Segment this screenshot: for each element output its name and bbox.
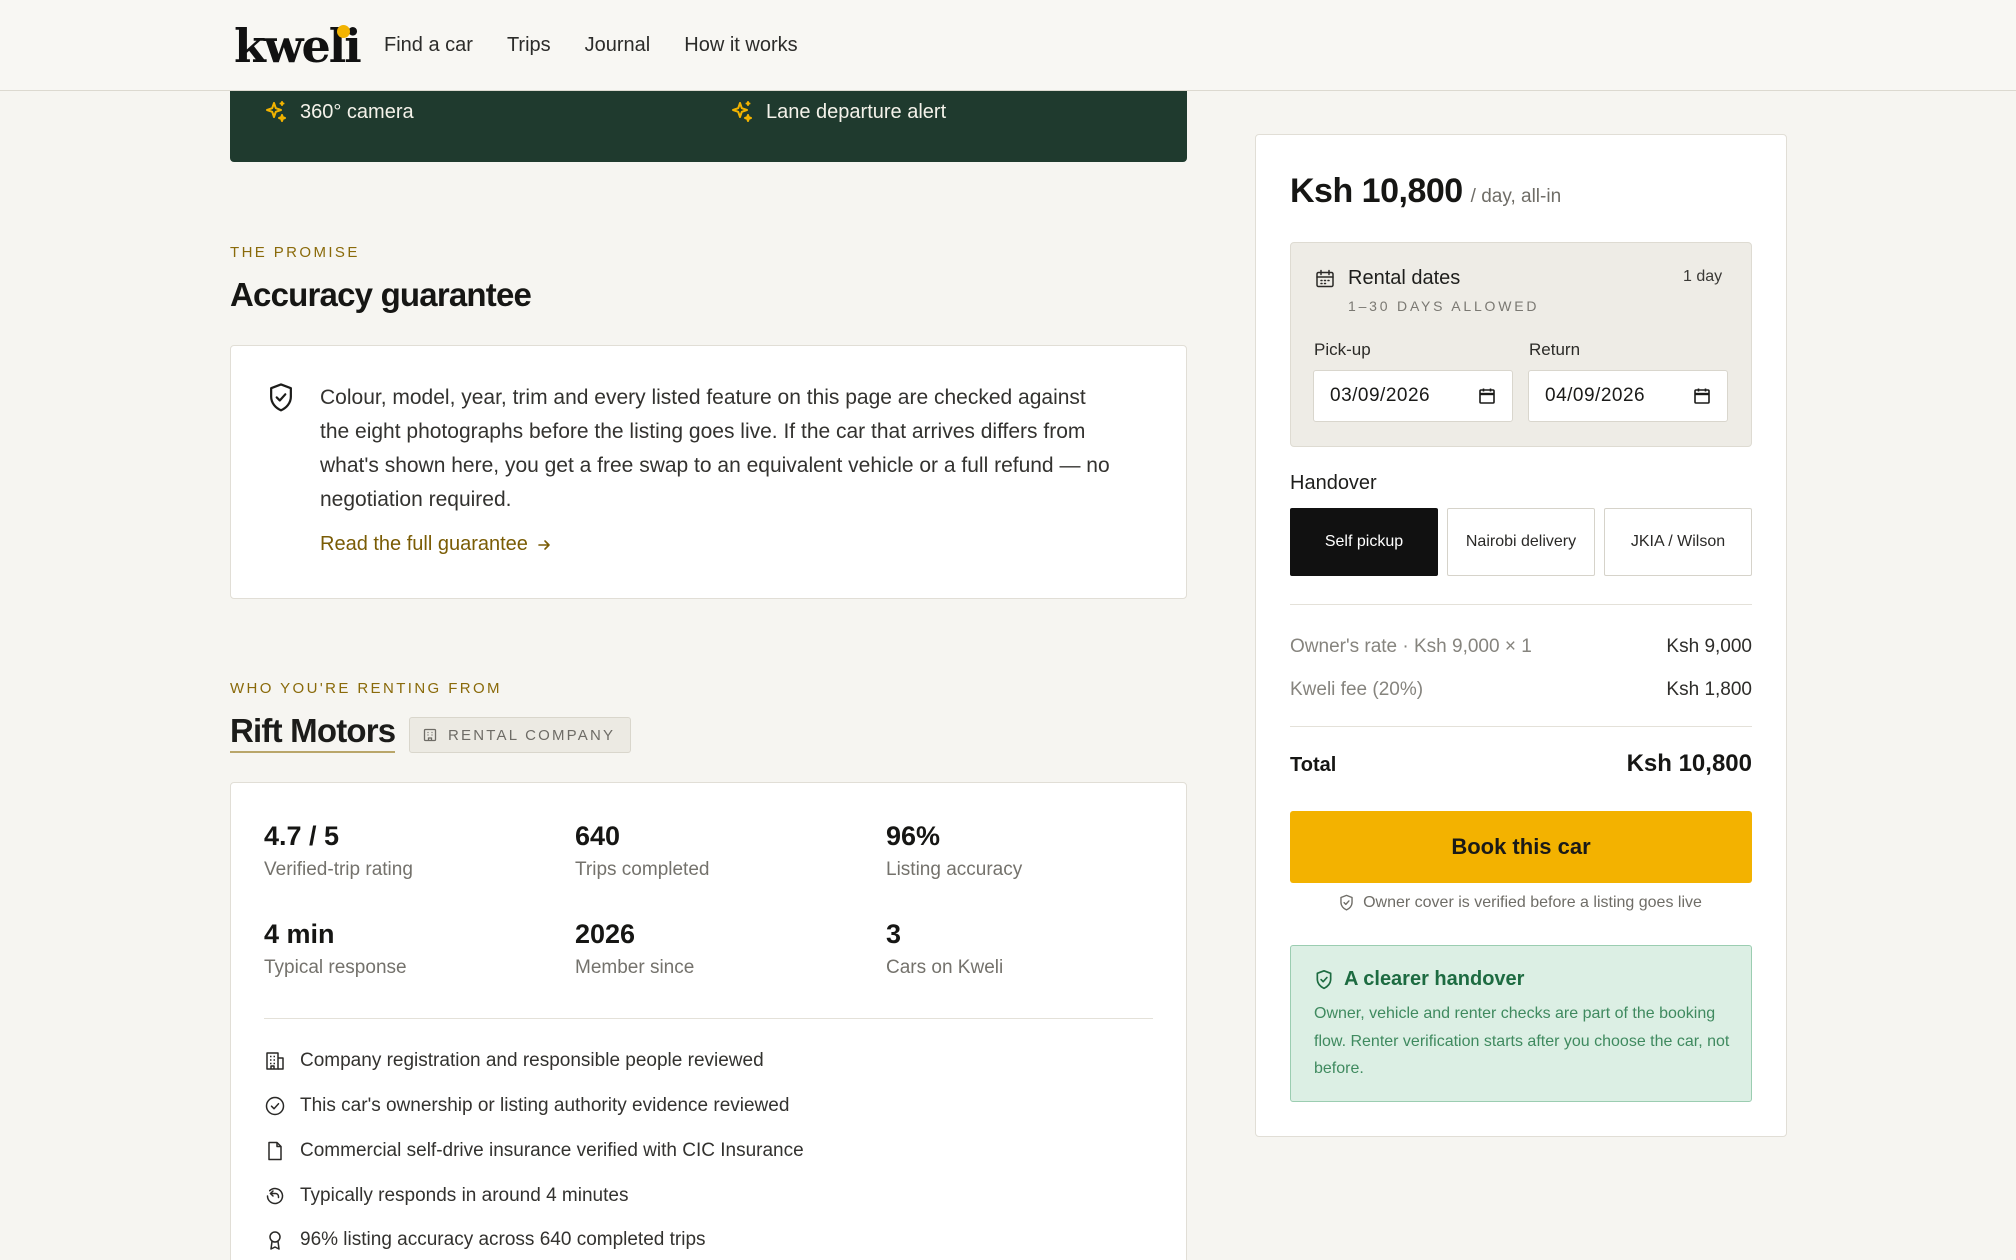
check-item: 96% listing accuracy across 640 complete… (264, 1229, 706, 1251)
handover-jkia-wilson[interactable]: JKIA / Wilson (1604, 508, 1752, 576)
pickup-date-value: 03/09/2026 (1330, 385, 1431, 406)
stat-label: Trips completed (575, 859, 710, 880)
check-item: Typically responds in around 4 minutes (264, 1185, 628, 1207)
promise-eyebrow: THE PROMISE (230, 244, 360, 261)
stat-value: 640 (575, 821, 621, 851)
line-label: Owner's rate · Ksh 9,000 × 1 (1290, 636, 1532, 657)
total-value: Ksh 10,800 (1626, 750, 1752, 777)
top-navigation-bar: kweli Find a car Trips Journal How it wo… (0, 0, 2016, 91)
stat-label: Listing accuracy (886, 859, 1023, 880)
owner-eyebrow: WHO YOU'RE RENTING FROM (230, 680, 502, 697)
check-text: 96% listing accuracy across 640 complete… (300, 1229, 706, 1250)
total-row: Total Ksh 10,800 (1290, 750, 1752, 778)
handover-nairobi-delivery[interactable]: Nairobi delivery (1447, 508, 1595, 576)
stat-label: Cars on Kweli (886, 957, 1004, 978)
nav-find-a-car[interactable]: Find a car (384, 33, 473, 57)
check-text: Commercial self-drive insurance verified… (300, 1140, 804, 1161)
feature-label: Lane departure alert (766, 100, 947, 123)
handover-self-pickup[interactable]: Self pickup (1290, 508, 1438, 576)
clearer-handover-title: A clearer handover (1344, 968, 1525, 990)
line-value: Ksh 9,000 (1666, 636, 1752, 657)
line-value: Ksh 1,800 (1666, 679, 1752, 700)
nav-journal[interactable]: Journal (585, 33, 651, 57)
feature-item: Lane departure alert (730, 100, 946, 124)
nav-trips[interactable]: Trips (507, 33, 551, 57)
main-nav: Find a car Trips Journal How it works (384, 33, 798, 57)
total-label: Total (1290, 754, 1337, 776)
guarantee-text: Colour, model, year, trim and every list… (320, 386, 1110, 511)
stat-accuracy: 96% Listing accuracy (886, 820, 1022, 882)
owner-cover-text: Owner cover is verified before a listing… (1363, 894, 1702, 911)
feature-label: 360° camera (300, 100, 414, 123)
company-name-link[interactable]: Rift Motors (230, 713, 396, 753)
feature-item: 360° camera (264, 100, 414, 124)
shield-check-icon (266, 382, 296, 414)
sparkle-icon (264, 100, 288, 124)
badge-label: RENTAL COMPANY (448, 726, 616, 744)
pickup-label: Pick-up (1314, 340, 1371, 359)
price-amount: Ksh 10,800 (1290, 172, 1463, 210)
sparkle-icon (730, 100, 754, 124)
owner-rate-row: Owner's rate · Ksh 9,000 × 1 Ksh 9,000 (1290, 636, 1752, 658)
check-item: Company registration and responsible peo… (264, 1050, 764, 1072)
rental-company-badge: RENTAL COMPANY (409, 717, 631, 753)
nav-how-it-works[interactable]: How it works (684, 33, 797, 57)
read-guarantee-link[interactable]: Read the full guarantee (320, 533, 552, 556)
award-icon (264, 1229, 286, 1251)
return-label: Return (1529, 340, 1581, 359)
calendar-icon[interactable] (1693, 387, 1711, 405)
shield-check-icon (1314, 969, 1334, 991)
calendar-icon (1314, 268, 1336, 290)
return-date-input[interactable]: 04/09/2026 (1528, 370, 1728, 422)
rental-dates-heading: Rental dates (1314, 267, 1460, 290)
stat-value: 96% (886, 821, 941, 851)
clearer-handover-heading: A clearer handover (1314, 968, 1524, 991)
arrow-right-icon (536, 537, 552, 553)
stat-value: 4 min (264, 919, 335, 949)
owner-cover-note: Owner cover is verified before a listing… (1320, 894, 1720, 912)
building-icon (264, 1050, 286, 1072)
check-item: Commercial self-drive insurance verified… (264, 1140, 804, 1162)
stat-value: 3 (886, 919, 902, 949)
line-label: Kweli fee (20%) (1290, 679, 1424, 700)
rental-dates-title: Rental dates (1348, 267, 1461, 289)
building-icon (422, 727, 438, 743)
stat-value: 2026 (575, 919, 636, 949)
price-block: Ksh 10,800 / day, all-in (1290, 172, 1561, 211)
stat-member-since: 2026 Member since (575, 918, 694, 980)
promise-title: Accuracy guarantee (230, 276, 532, 313)
stat-label: Typical response (264, 957, 407, 978)
reply-icon (264, 1185, 286, 1207)
check-item: This car's ownership or listing authorit… (264, 1095, 789, 1117)
price-unit: / day, all-in (1470, 186, 1562, 207)
stat-rating: 4.7 / 5 Verified-trip rating (264, 820, 413, 882)
shield-check-icon (1338, 894, 1355, 912)
pickup-date-input[interactable]: 03/09/2026 (1313, 370, 1513, 422)
stat-value: 4.7 / 5 (264, 821, 340, 851)
check-circle-icon (264, 1095, 286, 1117)
stat-cars: 3 Cars on Kweli (886, 918, 1003, 980)
handover-heading: Handover (1290, 472, 1377, 494)
logo-dot (337, 25, 350, 38)
rental-days-count: 1 day (1683, 268, 1723, 285)
booking-divider (1290, 726, 1752, 727)
rental-dates-subtitle: 1–30 DAYS ALLOWED (1348, 298, 1540, 314)
kweli-fee-row: Kweli fee (20%) Ksh 1,800 (1290, 679, 1752, 701)
stat-trips: 640 Trips completed (575, 820, 709, 882)
calendar-icon[interactable] (1478, 387, 1496, 405)
check-text: This car's ownership or listing authorit… (300, 1095, 790, 1116)
owner-divider (264, 1018, 1153, 1019)
booking-divider (1290, 604, 1752, 605)
clearer-handover-text: Owner, vehicle and renter checks are par… (1314, 1005, 1730, 1077)
read-guarantee-label: Read the full guarantee (320, 533, 528, 555)
stat-label: Member since (575, 957, 695, 978)
document-icon (264, 1140, 286, 1162)
return-date-value: 04/09/2026 (1545, 385, 1646, 406)
stat-response: 4 min Typical response (264, 918, 407, 980)
check-text: Company registration and responsible peo… (300, 1050, 764, 1071)
book-this-car-button[interactable]: Book this car (1290, 811, 1752, 883)
check-text: Typically responds in around 4 minutes (300, 1185, 629, 1206)
stat-label: Verified-trip rating (264, 859, 413, 880)
